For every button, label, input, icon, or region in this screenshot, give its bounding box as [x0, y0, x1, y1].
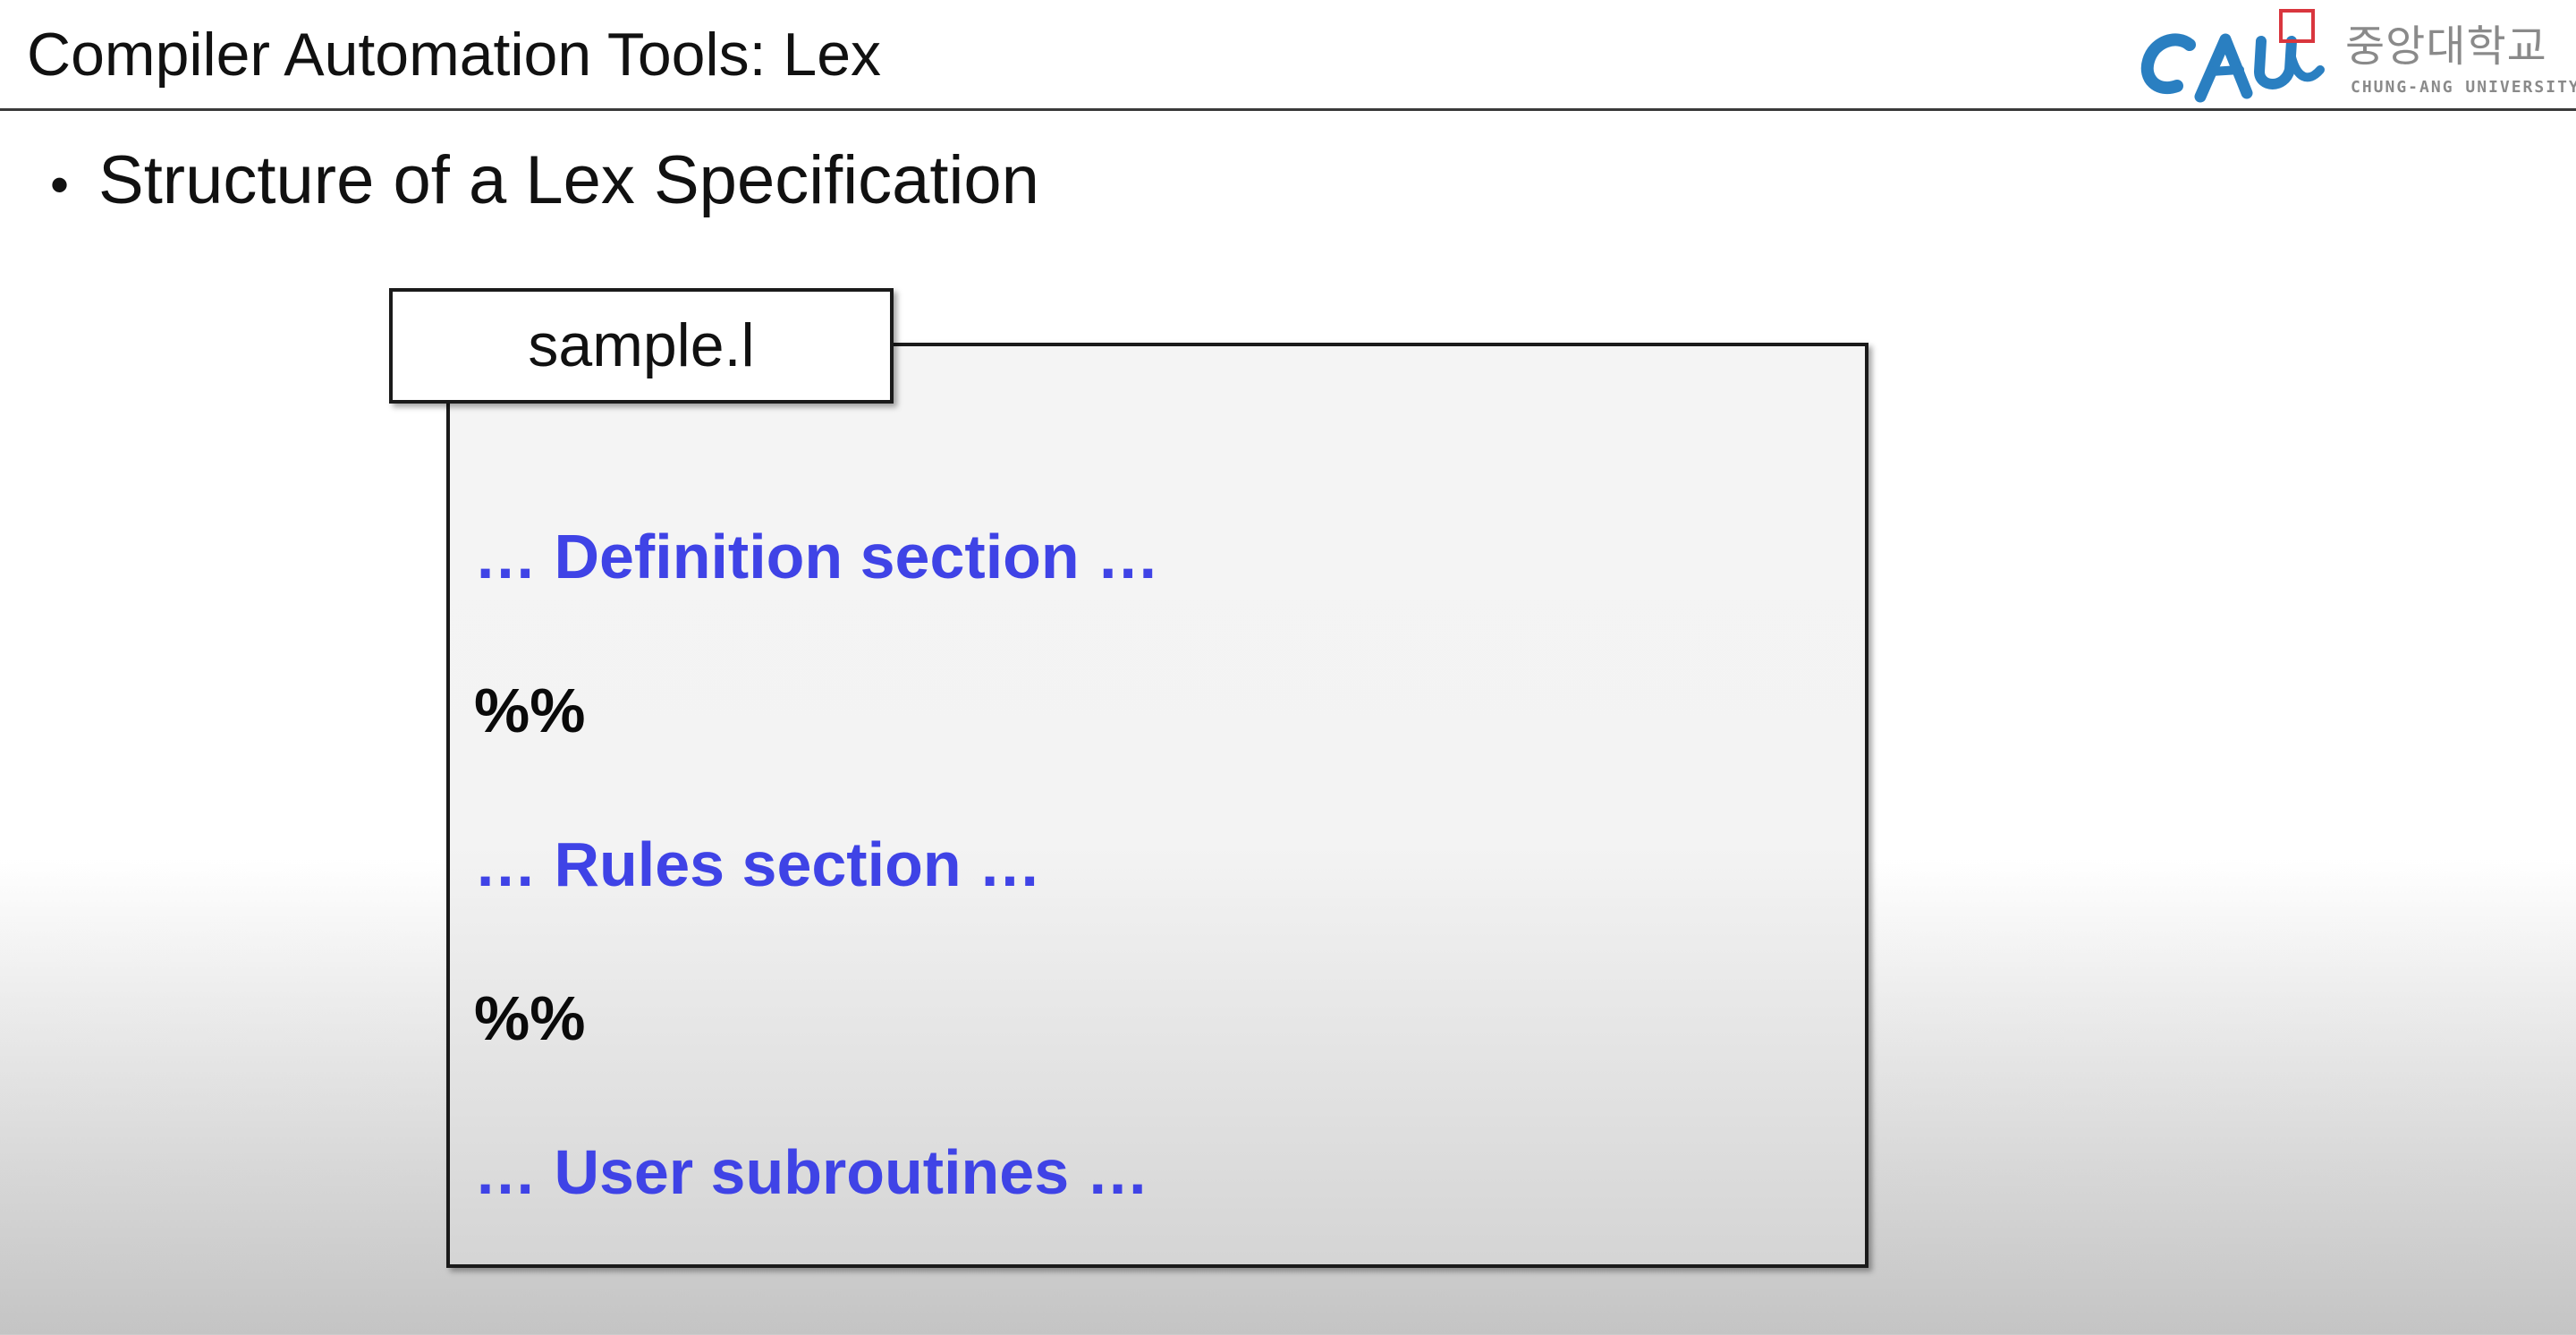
- cau-logo-icon: [2140, 9, 2325, 103]
- definition-section-line: … Definition section …: [474, 522, 1160, 591]
- university-logo: 중앙대학교 CHUNG-ANG UNIVERSITY: [2138, 7, 2576, 107]
- section-separator-1: %%: [474, 676, 586, 745]
- section-separator-2: %%: [474, 983, 586, 1053]
- spec-file-box: [446, 343, 1868, 1268]
- file-name-tab: sample.l: [389, 288, 894, 404]
- logo-korean-name: 중앙대학교: [2345, 21, 2547, 72]
- bullet-text: Structure of a Lex Specification: [98, 142, 1039, 218]
- logo-english-name: CHUNG-ANG UNIVERSITY: [2351, 78, 2576, 97]
- rules-section-line: … Rules section …: [474, 829, 1042, 899]
- bullet-item: • Structure of a Lex Specification: [50, 141, 1039, 225]
- slide-title: Compiler Automation Tools: Lex: [27, 21, 882, 89]
- user-subroutines-line: … User subroutines …: [474, 1137, 1149, 1207]
- slide-header: Compiler Automation Tools: Lex 중앙대학교 CHU…: [0, 0, 2576, 111]
- bullet-dot-icon: •: [50, 155, 70, 215]
